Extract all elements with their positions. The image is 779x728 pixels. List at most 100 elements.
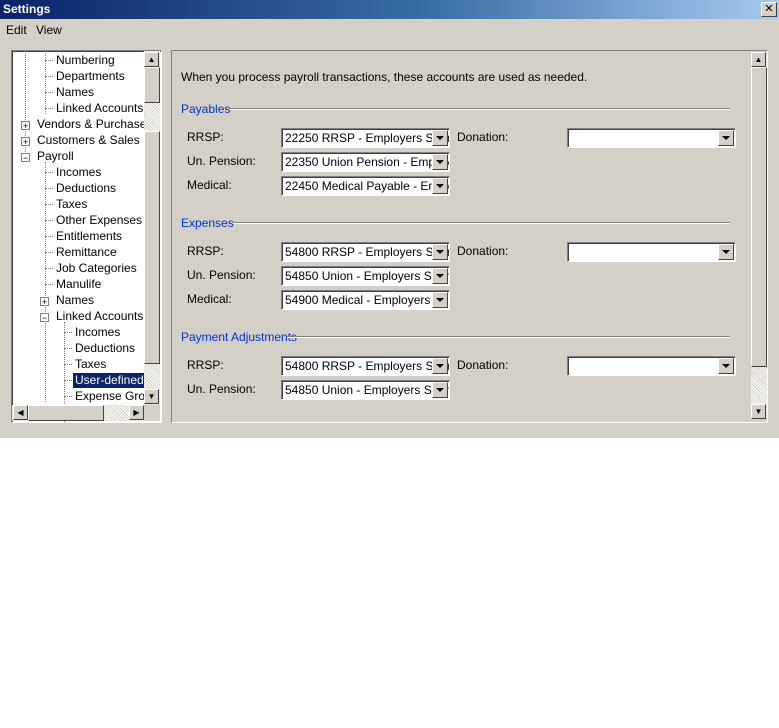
payables-rrsp-select[interactable]: 22250 RRSP - Employers Share — [281, 128, 450, 148]
expenses-union-pension-value: 54850 Union - Employers Share — [285, 269, 450, 283]
scroll-left-button[interactable]: ◀ — [13, 405, 28, 420]
tree-item-other-expenses[interactable]: Other Expenses — [56, 213, 142, 228]
tree-item-linked-taxes[interactable]: Taxes — [75, 357, 106, 372]
expenses-rrsp-select[interactable]: 54800 RRSP - Employers Share — [281, 242, 450, 262]
chevron-down-icon[interactable] — [718, 244, 734, 260]
panel-scroll-up-button[interactable]: ▲ — [751, 52, 766, 67]
tree-item-payroll[interactable]: Payroll — [37, 149, 74, 164]
payables-union-pension-value: 22350 Union Pension - Employer — [285, 155, 450, 169]
tree-item-payroll-linked-accounts[interactable]: Linked Accounts — [56, 309, 143, 324]
tree-item-departments[interactable]: Departments — [56, 69, 125, 84]
section-title-expenses: Expenses — [181, 216, 234, 230]
tree-item-payroll-names[interactable]: Names — [56, 293, 94, 308]
expand-icon[interactable]: + — [21, 121, 30, 131]
tree-item-manulife[interactable]: Manulife — [56, 277, 101, 292]
tree-item-linked-accounts[interactable]: Linked Accounts — [56, 101, 143, 116]
collapse-icon[interactable]: − — [21, 153, 30, 163]
expand-icon[interactable]: + — [40, 297, 49, 307]
payables-union-pension-select[interactable]: 22350 Union Pension - Employer — [281, 152, 450, 172]
chevron-down-icon[interactable] — [432, 178, 448, 194]
tree-connector — [64, 332, 72, 333]
expenses-medical-label: Medical: — [187, 292, 232, 306]
expenses-donation-select[interactable] — [567, 242, 736, 262]
tree-connector — [45, 236, 53, 237]
payables-union-pension-label: Un. Pension: — [187, 154, 256, 168]
scroll-thumb-top[interactable] — [144, 67, 160, 103]
expenses-union-pension-label: Un. Pension: — [187, 268, 256, 282]
expenses-donation-label: Donation: — [457, 244, 509, 258]
panel-intro-text: When you process payroll transactions, t… — [181, 70, 588, 84]
expenses-union-pension-select[interactable]: 54850 Union - Employers Share — [281, 266, 450, 286]
tree-connector — [45, 92, 53, 93]
expenses-medical-value: 54900 Medical - Employers Share — [285, 293, 450, 307]
tree-item-entitlements[interactable]: Entitlements — [56, 229, 122, 244]
settings-tree[interactable]: Numbering Departments Names Linked Accou… — [11, 50, 162, 423]
tree-item-incomes[interactable]: Incomes — [56, 165, 101, 180]
tree-item-linked-deductions[interactable]: Deductions — [75, 341, 135, 356]
panel-scroll-down-button[interactable]: ▼ — [751, 404, 766, 419]
adjustments-union-pension-select[interactable]: 54850 Union - Employers Share — [281, 380, 450, 400]
section-title-payables: Payables — [181, 102, 231, 116]
tree-connector — [45, 204, 53, 205]
tree-connector — [64, 348, 72, 349]
expenses-medical-select[interactable]: 54900 Medical - Employers Share — [281, 290, 450, 310]
expenses-rrsp-value: 54800 RRSP - Employers Share — [285, 245, 450, 259]
chevron-down-icon[interactable] — [432, 292, 448, 308]
scroll-right-button[interactable]: ▶ — [129, 405, 144, 420]
payables-rrsp-value: 22250 RRSP - Employers Share — [285, 131, 450, 145]
tree-item-names[interactable]: Names — [56, 85, 94, 100]
payables-medical-select[interactable]: 22450 Medical Payable - Employer — [281, 176, 450, 196]
tree-connector — [45, 268, 53, 269]
tree-connector — [45, 252, 53, 253]
chevron-down-icon[interactable] — [432, 154, 448, 170]
scroll-up-button[interactable]: ▲ — [144, 52, 159, 67]
expand-icon[interactable]: + — [21, 137, 30, 147]
tree-item-remittance[interactable]: Remittance — [56, 245, 117, 260]
menu-view[interactable]: View — [36, 23, 62, 37]
tree-item-linked-incomes[interactable]: Incomes — [75, 325, 120, 340]
adjustments-union-pension-label: Un. Pension: — [187, 382, 256, 396]
tree-connector — [64, 364, 72, 365]
chevron-down-icon[interactable] — [432, 268, 448, 284]
tree-item-vendors-purchases[interactable]: Vendors & Purchases — [37, 117, 152, 132]
tree-scroll-thumb[interactable] — [144, 131, 160, 364]
close-icon: ✕ — [764, 3, 774, 15]
chevron-down-icon[interactable] — [432, 244, 448, 260]
scroll-down-button[interactable]: ▼ — [144, 389, 159, 404]
payables-donation-select[interactable] — [567, 128, 736, 148]
tree-connector — [64, 396, 72, 397]
tree-connector — [45, 108, 53, 109]
section-divider — [287, 336, 730, 338]
tree-item-deductions[interactable]: Deductions — [56, 181, 116, 196]
tree-hscroll-thumb[interactable] — [28, 405, 104, 421]
tree-connector — [45, 220, 53, 221]
chevron-down-icon[interactable] — [432, 358, 448, 374]
tree-connector — [45, 60, 53, 61]
title-bar[interactable]: Settings ✕ — [0, 0, 779, 19]
payables-rrsp-label: RRSP: — [187, 130, 224, 144]
adjustments-donation-select[interactable] — [567, 356, 736, 376]
adjustments-donation-label: Donation: — [457, 358, 509, 372]
section-divider — [229, 108, 730, 110]
tree-item-taxes[interactable]: Taxes — [56, 197, 87, 212]
menu-bar: Edit View — [0, 20, 779, 39]
collapse-icon[interactable]: − — [40, 313, 49, 323]
chevron-down-icon[interactable] — [718, 130, 734, 146]
section-divider — [233, 222, 730, 224]
tree-item-numbering[interactable]: Numbering — [56, 53, 115, 68]
menu-edit[interactable]: Edit — [6, 23, 27, 37]
payables-medical-label: Medical: — [187, 178, 232, 192]
tree-connector — [64, 380, 72, 381]
close-button[interactable]: ✕ — [761, 2, 777, 17]
tree-connector — [45, 162, 46, 402]
adjustments-rrsp-label: RRSP: — [187, 358, 224, 372]
chevron-down-icon[interactable] — [432, 382, 448, 398]
scroll-corner — [144, 405, 160, 421]
tree-item-job-categories[interactable]: Job Categories — [56, 261, 137, 276]
chevron-down-icon[interactable] — [718, 358, 734, 374]
tree-item-expense-groups[interactable]: Expense Grou — [75, 389, 152, 404]
panel-scroll-thumb[interactable] — [751, 67, 767, 367]
adjustments-rrsp-select[interactable]: 54800 RRSP - Employers Share — [281, 356, 450, 376]
chevron-down-icon[interactable] — [432, 130, 448, 146]
tree-item-customers-sales[interactable]: Customers & Sales — [37, 133, 140, 148]
